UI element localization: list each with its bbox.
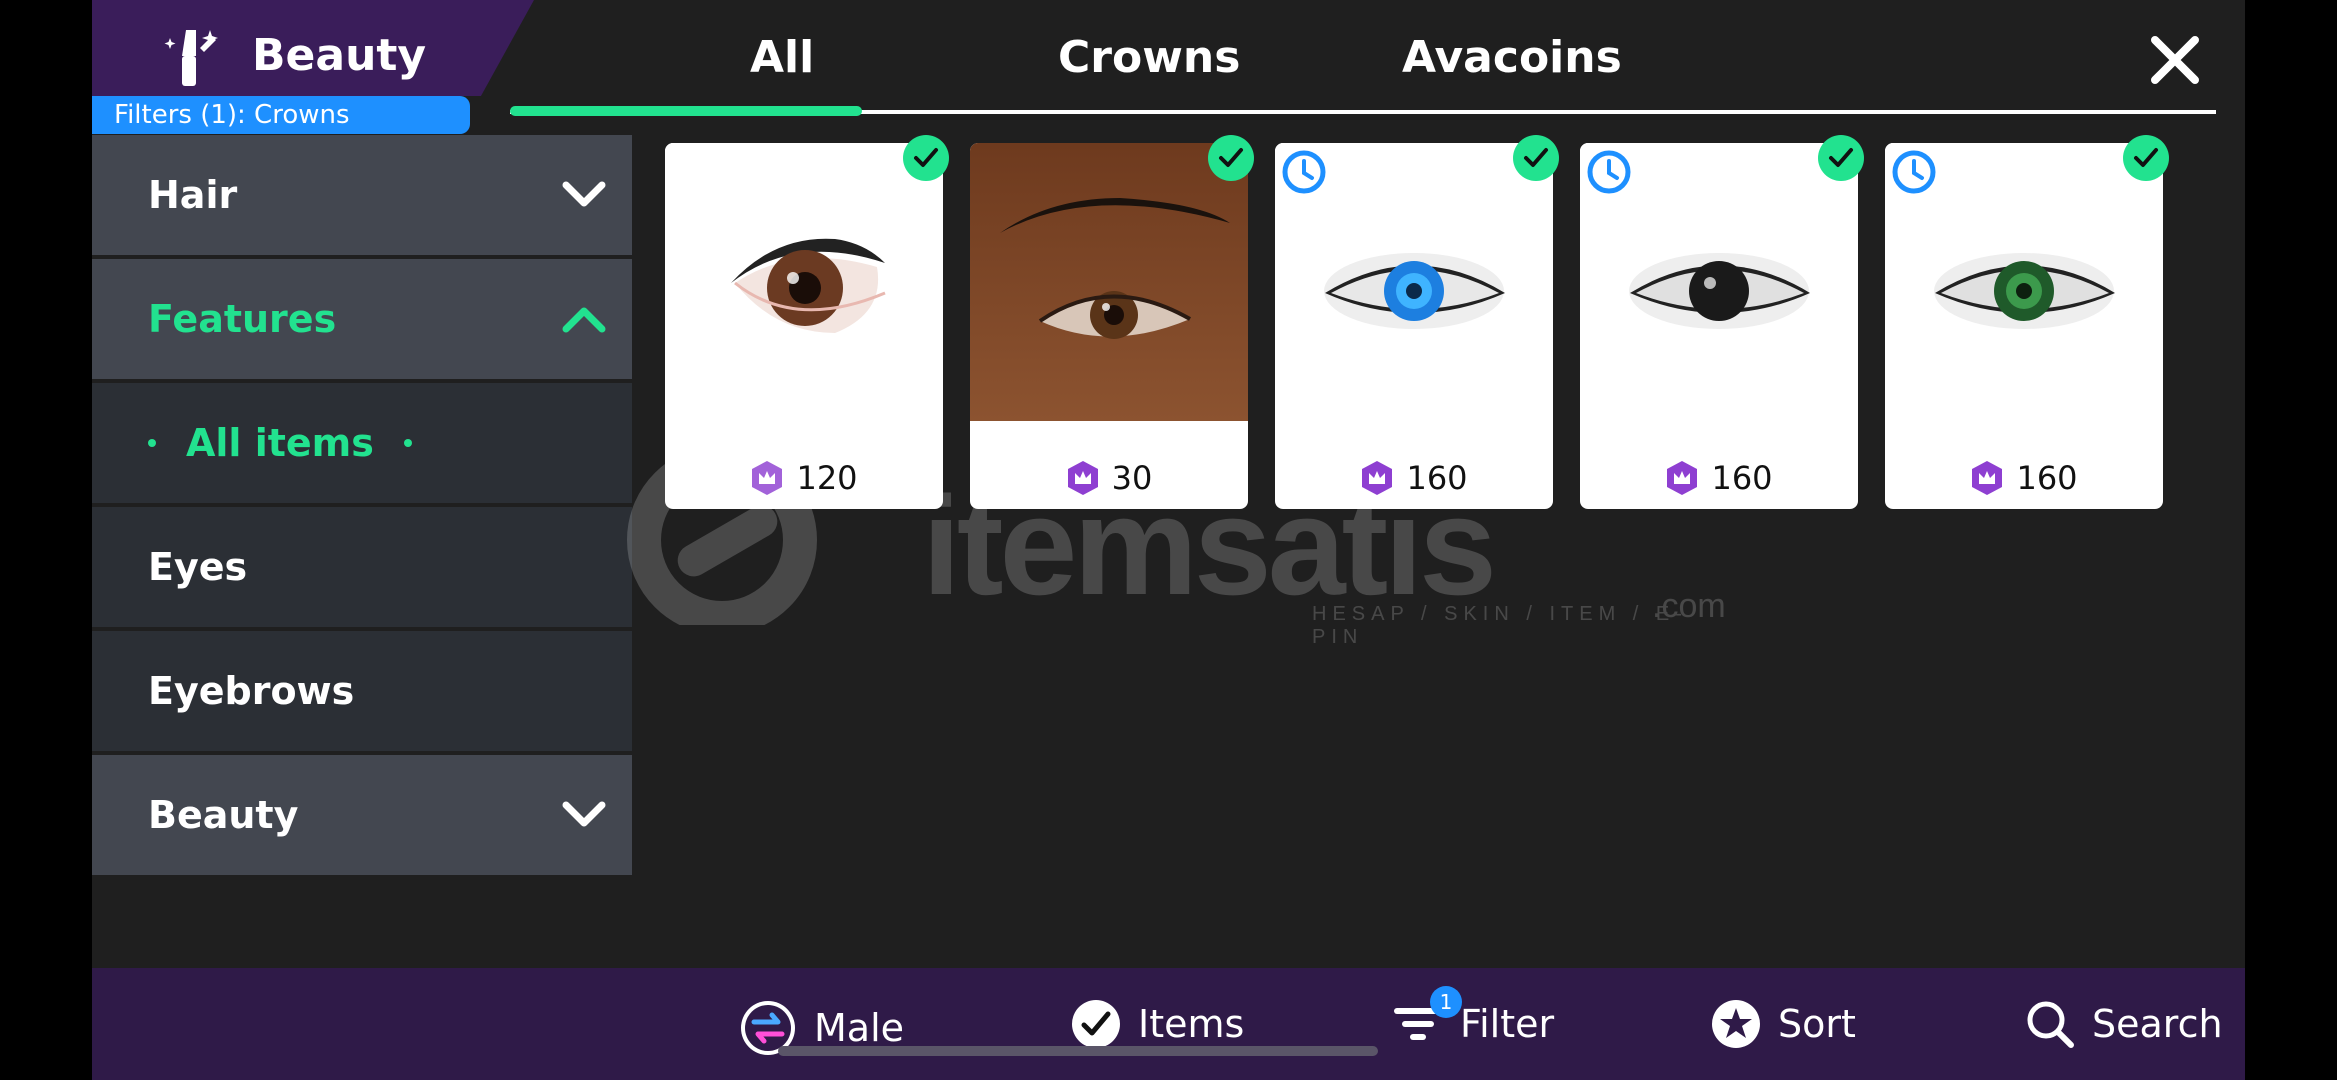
eye-preview-image	[970, 143, 1248, 421]
sort-button[interactable]: Sort	[1710, 998, 1856, 1050]
sidebar-item-label: Eyes	[148, 545, 248, 589]
owned-check-icon	[2123, 135, 2169, 181]
check-circle-icon	[1072, 1000, 1120, 1048]
item-card[interactable]: 160	[1885, 135, 2169, 509]
chevron-down-icon	[562, 181, 606, 207]
search-button[interactable]: Search	[2024, 998, 2223, 1050]
filter-count-badge: 1	[1430, 986, 1462, 1018]
sidebar: Hair Features All items Eyes Eyebrows Be…	[92, 135, 632, 879]
filter-button[interactable]: 1 Filter	[1392, 986, 1555, 1050]
crown-currency-icon	[1667, 461, 1698, 495]
chevron-down-icon	[562, 801, 606, 827]
close-icon[interactable]	[2145, 30, 2205, 90]
selected-dot	[403, 439, 412, 447]
male-label: Male	[814, 1006, 905, 1050]
sidebar-item-label: Hair	[148, 173, 238, 217]
owned-check-icon	[903, 135, 949, 181]
filter-icon-wrap: 1	[1392, 986, 1462, 1050]
crown-currency-icon	[1362, 461, 1393, 495]
item-price: 120	[665, 459, 943, 497]
clock-icon	[1892, 150, 1936, 194]
home-indicator[interactable]	[778, 1046, 1378, 1056]
owned-check-icon	[1208, 135, 1254, 181]
crown-currency-icon	[752, 461, 783, 495]
sidebar-item-label: Beauty	[148, 793, 299, 837]
clock-icon	[1282, 150, 1326, 194]
crown-currency-icon	[1067, 461, 1098, 495]
item-preview	[665, 143, 943, 421]
app-window: Beauty Filters (1): Crowns All Crowns Av…	[92, 0, 2245, 1080]
item-card[interactable]: 160	[1580, 135, 1864, 509]
items-label: Items	[1138, 1002, 1245, 1046]
selected-dot	[148, 439, 156, 447]
search-label: Search	[2092, 1002, 2223, 1046]
bottom-bar: Male Items 1 Filter Sort Search	[92, 968, 2245, 1080]
watermark-tagline: HESAP / SKIN / ITEM / E-PIN	[1312, 603, 1688, 648]
sidebar-item-features[interactable]: Features	[92, 259, 632, 379]
sidebar-item-beauty[interactable]: Beauty	[92, 755, 632, 875]
tab-all[interactable]: All	[750, 32, 814, 83]
sort-label: Sort	[1778, 1002, 1856, 1046]
tab-avacoins[interactable]: Avacoins	[1402, 32, 1622, 83]
filter-label: Filter	[1460, 1002, 1555, 1046]
sidebar-item-all-items[interactable]: All items	[92, 383, 632, 503]
eye-preview-image	[665, 143, 943, 421]
tab-active-indicator	[510, 106, 862, 116]
filter-pill[interactable]: Filters (1): Crowns	[92, 96, 470, 134]
owned-check-icon	[1818, 135, 1864, 181]
sidebar-item-eyebrows[interactable]: Eyebrows	[92, 631, 632, 751]
watermark-domain: .com	[1652, 587, 1726, 625]
items-button[interactable]: Items	[1070, 998, 1244, 1050]
item-price: 30	[970, 459, 1248, 497]
tab-bar: All Crowns Avacoins	[510, 0, 2230, 120]
search-icon	[2027, 1001, 2074, 1048]
owned-check-icon	[1513, 135, 1559, 181]
sidebar-item-label: Eyebrows	[148, 669, 355, 713]
crown-currency-icon	[1972, 461, 2003, 495]
makeup-brush-icon	[164, 30, 218, 86]
item-preview	[970, 143, 1248, 421]
item-price: 160	[1580, 459, 1858, 497]
item-card[interactable]: 160	[1275, 135, 1559, 509]
sidebar-item-hair[interactable]: Hair	[92, 135, 632, 255]
chevron-up-icon	[562, 307, 606, 333]
clock-icon	[1587, 150, 1631, 194]
item-price: 160	[1885, 459, 2163, 497]
sidebar-item-label: All items	[186, 421, 374, 465]
tab-crowns[interactable]: Crowns	[1058, 32, 1240, 83]
sidebar-item-label: Features	[148, 297, 337, 341]
sidebar-item-eyes[interactable]: Eyes	[92, 507, 632, 627]
item-card[interactable]: 120	[665, 135, 949, 509]
item-card[interactable]: 30	[970, 135, 1254, 509]
item-price: 160	[1275, 459, 1553, 497]
sort-star-icon	[1712, 1000, 1760, 1048]
category-title: Beauty	[252, 30, 427, 81]
